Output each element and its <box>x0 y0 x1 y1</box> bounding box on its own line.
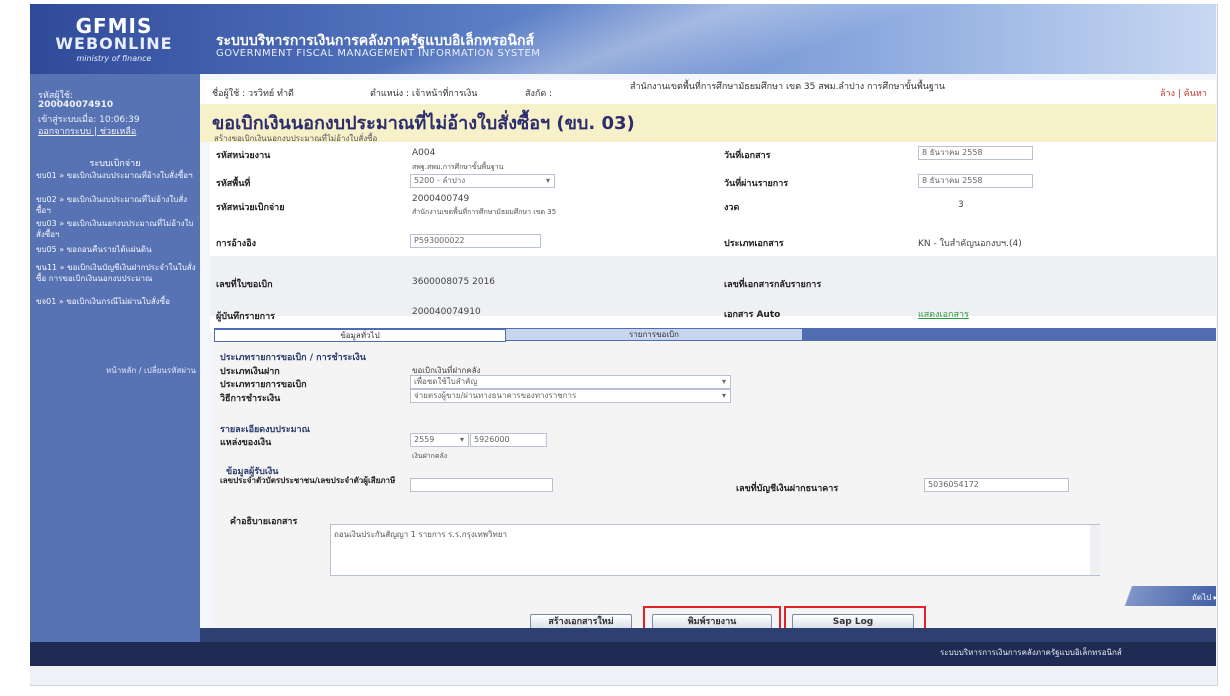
cancel-doc-label: เลขที่เอกสารกลับรายการ <box>724 280 822 290</box>
pay-method-select[interactable]: จ่ายตรงผู้ขาย/ผ่านทางธนาคารของทางราชการ <box>410 389 731 403</box>
period-value: 3 <box>958 200 964 210</box>
doc-type-value: KN - ใบสำคัญนอกงบฯ.(4) <box>918 239 1022 249</box>
bank-account-field[interactable]: 5036054172 <box>924 478 1069 492</box>
tab-request-items[interactable]: รายการขอเบิก <box>506 329 802 340</box>
description-scrollbar[interactable] <box>1090 525 1100 575</box>
header-banner <box>30 4 1216 74</box>
info-unit: สังกัด : <box>525 89 553 99</box>
menu-title: ระบบเบิกจ่าย <box>89 159 141 169</box>
reference-field[interactable]: P593000022 <box>410 234 541 248</box>
logout-help-links[interactable]: ออกจากระบบ | ช่วยเหลือ <box>38 124 136 138</box>
user-box: รหัสผู้ใช้: 200040074910 เข้าสู่ระบบเมื่… <box>30 78 200 138</box>
section-pay-type: ประเภทรายการขอเบิก / การชำระเงิน <box>220 353 366 363</box>
description-label: คำอธิบายเอกสาร <box>230 517 298 527</box>
bank-account-label: เลขที่บัญชีเงินฝากธนาคาร <box>736 484 839 494</box>
disb-unit-label: รหัสหน่วยเบิกจ่าย <box>216 203 285 213</box>
info-org: สำนักงานเขตพื้นที่การศึกษามัธยมศึกษา เขต… <box>630 82 946 92</box>
fund-source-note: เงินฝากคลัง <box>412 452 448 460</box>
menu-item-kb05[interactable]: ขบ05 » ขอถอนคืนรายได้แผ่นดิน <box>36 244 196 255</box>
disb-unit-value: 2000400749 <box>412 194 470 204</box>
item-type-select[interactable]: เพื่อชดใช้ใบสำคัญ <box>410 375 731 389</box>
bottom-band <box>30 666 1216 684</box>
item-type-label: ประเภทรายการขอเบิก <box>220 380 307 390</box>
agency-code-label: รหัสหน่วยงาน <box>216 151 271 161</box>
info-position: ตำแหน่ง : เจ้าหน้าที่การเงิน <box>370 89 478 99</box>
recorder-value: 200040074910 <box>412 307 481 317</box>
area-code-label: รหัสพื้นที่ <box>216 179 251 189</box>
doc-type-label: ประเภทเอกสาร <box>724 239 784 249</box>
fund-year-select[interactable]: 2559 <box>410 433 469 447</box>
tab-general[interactable]: ข้อมูลทั่วไป <box>214 329 506 342</box>
menu-item-kb01[interactable]: ขบ01 » ขอเบิกเงินงบประมาณที่อ้างใบสั่งซื… <box>36 170 196 181</box>
footer-bar <box>200 628 1216 642</box>
post-date-field[interactable]: 8 ธันวาคม 2558 <box>918 174 1033 188</box>
recorder-label: ผู้บันทึกรายการ <box>216 312 276 322</box>
post-date-label: วันที่ผ่านรายการ <box>724 179 789 189</box>
logo-webonline: WEBONLINE <box>55 34 173 53</box>
menu-item-kn11[interactable]: ขน11 » ขอเบิกเงินบัญชีเงินฝากประจำในใบสั… <box>36 262 196 284</box>
agency-code-value: A004 <box>412 148 436 158</box>
description-textarea[interactable]: ถอนเงินประกันสัญญา 1 รายการ ร.ร.กรุงเทพว… <box>330 524 1100 576</box>
form-shaded-row <box>210 256 1216 316</box>
reference-label: การอ้างอิง <box>216 239 256 249</box>
logo-ministry: ministry of finance <box>76 54 152 63</box>
taxid-field[interactable] <box>410 478 553 492</box>
menu-item-kb03[interactable]: ขบ03 » ขอเบิกเงินนอกงบประมาณที่ไม่อ้างใบ… <box>36 218 196 240</box>
auto-doc-label: เอกสาร Auto <box>724 310 781 320</box>
show-document-link[interactable]: แสดงเอกสาร <box>918 307 969 321</box>
doc-date-field[interactable]: 8 ธันวาคม 2558 <box>918 146 1033 160</box>
info-user: ชื่อผู้ใช้ : วรวิทย์ ทำดี <box>212 89 294 99</box>
footer-text: ระบบบริหารการเงินการคลังภาครัฐแบบอิเล็กท… <box>940 648 1122 657</box>
agency-name: สพฐ.สพม.การศึกษาขั้นพื้นฐาน <box>412 163 504 171</box>
sidebar-footer-links[interactable]: หน้าหลัก / เปลี่ยนรหัสผ่าน <box>30 364 196 377</box>
fund-source-label: แหล่งของเงิน <box>220 438 272 448</box>
period-label: งวด <box>724 203 740 213</box>
menu-item-kj01[interactable]: ขจ01 » ขอเบิกเงินกรณีไม่ผ่านใบสั่งซื้อ <box>36 296 196 307</box>
doc-date-label: วันที่เอกสาร <box>724 151 771 161</box>
section-budget: รายละเอียดงบประมาณ <box>220 425 310 435</box>
next-label: ถัดไป ▸ <box>1192 593 1218 602</box>
request-no-label: เลขที่ใบขอเบิก <box>216 280 273 290</box>
fund-code-field[interactable]: 5926000 <box>470 433 547 447</box>
disb-unit-name: สำนักงานเขตพื้นที่การศึกษามัธยมศึกษา เขต… <box>412 208 557 216</box>
top-right-links[interactable]: ล้าง | ค้นหา <box>1160 86 1207 100</box>
area-code-select[interactable]: 5200 - ลำปาง <box>410 174 555 188</box>
pay-method-label: วิธีการชำระเงิน <box>220 394 281 404</box>
menu-item-kb02[interactable]: ขบ02 » ขอเบิกเงินงบประมาณที่ไม่อ้างใบสั่… <box>36 194 196 216</box>
request-no-value: 3600008075 2016 <box>412 277 496 287</box>
deposit-type-label: ประเภทเงินฝาก <box>220 367 280 377</box>
user-id: 200040074910 <box>38 100 114 110</box>
taxid-label: เลขประจำตัวบัตรประชาชน/เลขประจำตัวผู้เสี… <box>220 476 396 485</box>
system-title-en: GOVERNMENT FISCAL MANAGEMENT INFORMATION… <box>216 48 541 59</box>
